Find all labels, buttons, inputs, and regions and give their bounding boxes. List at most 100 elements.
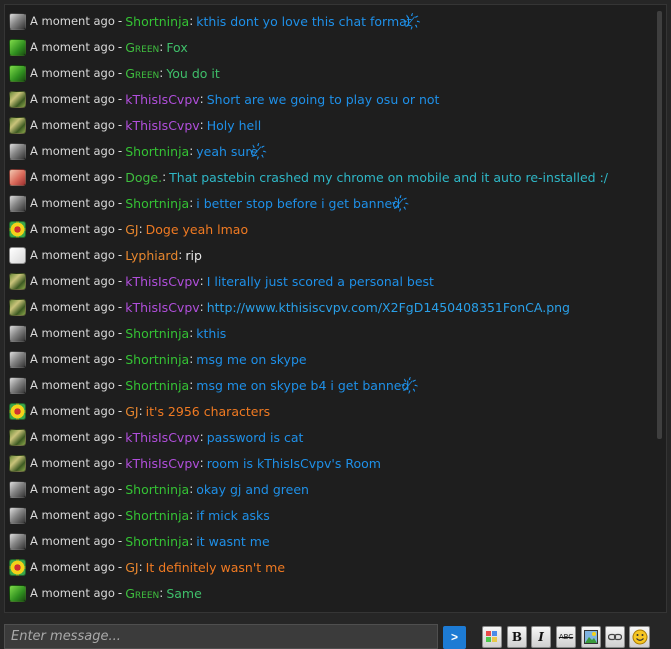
username-link[interactable]: Green — [125, 66, 159, 81]
message-link[interactable]: http://www.kthisiscvpv.com/X2FgD14504083… — [207, 300, 570, 315]
avatar[interactable] — [9, 454, 26, 472]
message-text: yeah sure ̸҉ — [196, 143, 268, 159]
username-link[interactable]: kThisIsCvpv — [125, 456, 199, 471]
message-timestamp: A moment ago — [30, 300, 115, 314]
username-colon: : — [189, 14, 194, 28]
bold-button[interactable]: B — [507, 626, 527, 648]
chat-message: A moment ago - GJ: Doge yeah lmao — [9, 216, 654, 242]
separator: - — [117, 482, 123, 496]
username-link[interactable]: Shortninja — [125, 352, 189, 367]
avatar[interactable] — [9, 90, 26, 108]
username-link[interactable]: kThisIsCvpv — [125, 274, 199, 289]
username-link[interactable]: GJ — [125, 222, 138, 237]
separator: - — [117, 534, 123, 548]
username-link[interactable]: kThisIsCvpv — [125, 430, 199, 445]
avatar[interactable] — [9, 402, 26, 420]
username-link[interactable]: Shortninja — [125, 144, 189, 159]
message-timestamp: A moment ago — [30, 274, 115, 288]
avatar[interactable] — [9, 246, 26, 264]
username-link[interactable]: Shortninja — [125, 508, 189, 523]
avatar[interactable] — [9, 220, 26, 238]
chat-scrollbar[interactable] — [657, 11, 662, 439]
avatar[interactable] — [9, 532, 26, 550]
message-timestamp: A moment ago — [30, 482, 115, 496]
message-text: That pastebin crashed my chrome on mobil… — [169, 169, 608, 185]
avatar[interactable] — [9, 480, 26, 498]
chat-message: A moment ago - GJ: it's 2956 characters — [9, 398, 654, 424]
username-colon: : — [189, 326, 194, 340]
avatar[interactable] — [9, 428, 26, 446]
chat-message: A moment ago - kThisIsCvpv: room is kThisIs… — [9, 450, 654, 476]
message-text: room is kThisIsCvpv's Room — [206, 455, 381, 471]
username-link[interactable]: kThisIsCvpv — [125, 118, 199, 133]
avatar[interactable] — [9, 558, 26, 576]
chat-message: A moment ago - Shortninja: it wasnt me — [9, 528, 654, 554]
chat-message: A moment ago - Green: Same — [9, 580, 654, 606]
username-link[interactable]: Green — [125, 586, 159, 601]
separator: - — [117, 560, 123, 574]
link-button[interactable] — [605, 626, 625, 648]
color-palette-button[interactable] — [482, 626, 502, 648]
strikethrough-label: ABC — [558, 633, 574, 641]
message-input[interactable] — [4, 624, 438, 649]
username-colon: : — [199, 118, 204, 132]
username-colon: : — [178, 248, 183, 262]
chat-message: A moment ago - Lyphiard: rip — [9, 242, 654, 268]
separator: - — [117, 170, 123, 184]
avatar[interactable] — [9, 324, 26, 342]
avatar[interactable] — [9, 116, 26, 134]
message-timestamp: A moment ago — [30, 378, 115, 392]
username-link[interactable]: Shortninja — [125, 482, 189, 497]
chat-message: A moment ago - Shortninja: msg me on skype … — [9, 372, 654, 398]
separator: - — [117, 326, 123, 340]
avatar[interactable] — [9, 168, 26, 186]
chat-message: A moment ago - Shortninja: i better stop be… — [9, 190, 654, 216]
chat-message: A moment ago - Shortninja: kthis dont yo lo… — [9, 8, 654, 34]
avatar[interactable] — [9, 38, 26, 56]
avatar[interactable] — [9, 584, 26, 602]
separator: - — [117, 14, 123, 28]
message-timestamp: A moment ago — [30, 144, 115, 158]
italic-button[interactable]: I — [531, 626, 551, 648]
avatar[interactable] — [9, 376, 26, 394]
avatar[interactable] — [9, 506, 26, 524]
image-button[interactable] — [581, 626, 601, 648]
avatar[interactable] — [9, 298, 26, 316]
separator: - — [117, 66, 123, 80]
username-link[interactable]: kThisIsCvpv — [125, 92, 199, 107]
username-link[interactable]: Shortninja — [125, 378, 189, 393]
username-link[interactable]: GJ — [125, 404, 138, 419]
username-colon: : — [138, 222, 143, 236]
avatar[interactable] — [9, 12, 26, 30]
emoji-button[interactable] — [629, 626, 650, 648]
username-link[interactable]: kThisIsCvpv — [125, 300, 199, 315]
message-timestamp: A moment ago — [30, 456, 115, 470]
avatar[interactable] — [9, 272, 26, 290]
avatar[interactable] — [9, 350, 26, 368]
username-link[interactable]: Doge. — [125, 170, 162, 185]
message-timestamp: A moment ago — [30, 352, 115, 366]
username-colon: : — [189, 508, 194, 522]
chat-message: A moment ago - kThisIsCvpv: I literally jus… — [9, 268, 654, 294]
avatar[interactable] — [9, 64, 26, 82]
avatar[interactable] — [9, 142, 26, 160]
message-timestamp: A moment ago — [30, 14, 115, 28]
separator: - — [117, 144, 123, 158]
chat-message: A moment ago - Green: Fox — [9, 34, 654, 60]
chat-message: A moment ago - kThisIsCvpv: Short are we go… — [9, 86, 654, 112]
chat-message: A moment ago - Shortninja: kthis — [9, 320, 654, 346]
separator: - — [117, 40, 123, 54]
strikethrough-button[interactable]: ABC — [556, 626, 576, 648]
username-link[interactable]: Shortninja — [125, 14, 189, 29]
username-link[interactable]: Green — [125, 40, 159, 55]
username-link[interactable]: Shortninja — [125, 534, 189, 549]
send-button[interactable]: > — [443, 626, 466, 649]
message-text: password is cat — [206, 429, 304, 445]
link-icon — [608, 633, 622, 641]
username-link[interactable]: Shortninja — [125, 196, 189, 211]
separator: - — [117, 248, 123, 262]
username-link[interactable]: Shortninja — [125, 326, 189, 341]
username-link[interactable]: GJ — [125, 560, 138, 575]
avatar[interactable] — [9, 194, 26, 212]
username-link[interactable]: Lyphiard — [125, 248, 178, 263]
